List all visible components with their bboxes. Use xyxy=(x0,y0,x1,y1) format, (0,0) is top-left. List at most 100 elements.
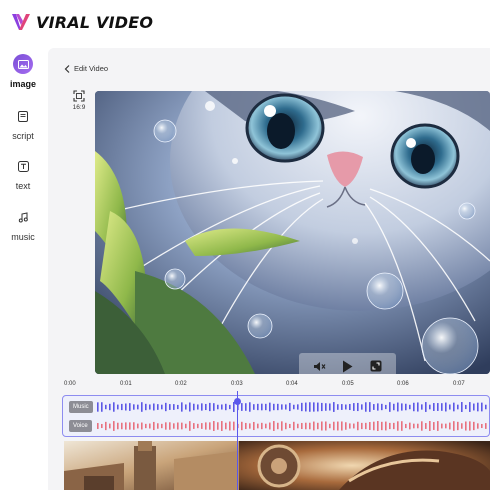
waveform-bar xyxy=(481,423,483,429)
waveform-bar xyxy=(313,402,315,412)
tick-label: 0:00 xyxy=(64,381,76,387)
sidebar-item-image[interactable]: image xyxy=(0,54,46,89)
frame-thumbnail[interactable] xyxy=(239,441,490,490)
back-link[interactable]: Edit Video xyxy=(64,64,108,73)
waveform-bar xyxy=(161,423,163,429)
frame-thumbnail[interactable] xyxy=(64,441,239,490)
waveform-bar xyxy=(201,423,203,429)
waveform-bar xyxy=(477,423,479,429)
waveform-bar xyxy=(193,423,195,429)
waveform-bar xyxy=(477,402,479,412)
waveform-bar xyxy=(349,403,351,411)
tick-label: 0:06 xyxy=(397,381,409,387)
waveform-bar xyxy=(225,403,227,411)
waveform-bar xyxy=(257,403,259,411)
timeline-ruler[interactable]: 0:00 0:01 0:02 0:03 0:04 0:05 0:06 0:07 xyxy=(64,381,490,393)
tick-label: 0:07 xyxy=(453,381,465,387)
sidebar-item-label: script xyxy=(12,131,34,141)
aspect-ratio-button[interactable]: 16:9 xyxy=(68,90,90,111)
voice-waveform[interactable] xyxy=(97,421,489,431)
document-icon xyxy=(13,106,33,126)
crop-frame-icon xyxy=(73,90,85,102)
music-note-icon xyxy=(13,207,33,227)
waveform-bar xyxy=(221,421,223,431)
waveform-bar xyxy=(101,402,103,412)
sidebar-item-text[interactable]: text xyxy=(0,156,46,191)
waveform-bar xyxy=(129,422,131,430)
waveform-bar xyxy=(365,402,367,412)
fullscreen-icon[interactable] xyxy=(368,358,384,374)
waveform-bar xyxy=(245,403,247,411)
waveform-bar xyxy=(313,421,315,431)
waveform-bar xyxy=(97,402,99,412)
waveform-bar xyxy=(289,423,291,429)
waveform-bar xyxy=(133,422,135,430)
waveform-bar xyxy=(229,421,231,431)
editor-panel: Edit Video 16:9 0:00 0:01 0:02 0:03 0:04… xyxy=(48,48,490,490)
speaker-mute-icon[interactable] xyxy=(311,358,327,374)
tick-label: 0:02 xyxy=(175,381,187,387)
sidebar-item-script[interactable]: script xyxy=(0,106,46,141)
waveform-bar xyxy=(457,421,459,431)
waveform-bar xyxy=(333,402,335,412)
tick-label: 0:04 xyxy=(286,381,298,387)
image-icon xyxy=(13,54,33,74)
waveform-bar xyxy=(185,423,187,429)
waveform-bar xyxy=(285,422,287,430)
tick-label: 0:03 xyxy=(231,381,243,387)
waveform-bar xyxy=(445,423,447,429)
waveform-bar xyxy=(425,423,427,429)
sidebar-item-label: image xyxy=(9,79,36,89)
waveform-bar xyxy=(173,423,175,429)
waveform-bar xyxy=(425,402,427,412)
waveform-bar xyxy=(381,421,383,431)
waveform-bar xyxy=(345,422,347,430)
waveform-bar xyxy=(421,421,423,431)
waveform-bar xyxy=(213,421,215,431)
waveform-bar xyxy=(325,403,327,411)
chevron-left-icon xyxy=(64,64,70,73)
waveform-bar xyxy=(161,404,163,410)
waveform-bar xyxy=(257,423,259,429)
waveform-bar xyxy=(309,402,311,412)
waveform-bar xyxy=(465,421,467,431)
sidebar-item-music[interactable]: music xyxy=(0,207,46,242)
waveform-bar xyxy=(377,403,379,411)
waveform-bar xyxy=(341,421,343,431)
waveform-bar xyxy=(353,403,355,411)
waveform-bar xyxy=(225,422,227,430)
waveform-bar xyxy=(445,402,447,412)
waveform-bar xyxy=(181,422,183,430)
waveform-bar xyxy=(217,404,219,410)
waveform-bar xyxy=(485,404,487,410)
waveform-bar xyxy=(353,423,355,429)
audio-tracks[interactable]: Music Voice xyxy=(62,395,490,437)
waveform-bar xyxy=(457,404,459,410)
waveform-bar xyxy=(413,423,415,429)
waveform-bar xyxy=(317,402,319,412)
waveform-bar xyxy=(401,403,403,411)
waveform-bar xyxy=(289,402,291,412)
music-waveform[interactable] xyxy=(97,402,489,412)
waveform-bar xyxy=(441,403,443,411)
waveform-bar xyxy=(301,422,303,430)
waveform-bar xyxy=(165,402,167,412)
waveform-bar xyxy=(389,422,391,430)
waveform-bar xyxy=(485,423,487,429)
waveform-bar xyxy=(109,423,111,429)
waveform-bar xyxy=(381,403,383,411)
play-icon[interactable] xyxy=(339,358,355,374)
video-frames-strip[interactable] xyxy=(64,441,490,490)
video-preview[interactable] xyxy=(95,91,490,374)
waveform-bar xyxy=(273,403,275,411)
waveform-bar xyxy=(329,403,331,411)
waveform-bar xyxy=(433,422,435,430)
waveform-bar xyxy=(157,423,159,429)
waveform-bar xyxy=(469,421,471,431)
playhead[interactable] xyxy=(237,391,238,490)
text-icon xyxy=(13,156,33,176)
waveform-bar xyxy=(453,402,455,412)
playhead-handle[interactable] xyxy=(234,398,241,405)
waveform-bar xyxy=(437,421,439,431)
waveform-bar xyxy=(261,403,263,411)
